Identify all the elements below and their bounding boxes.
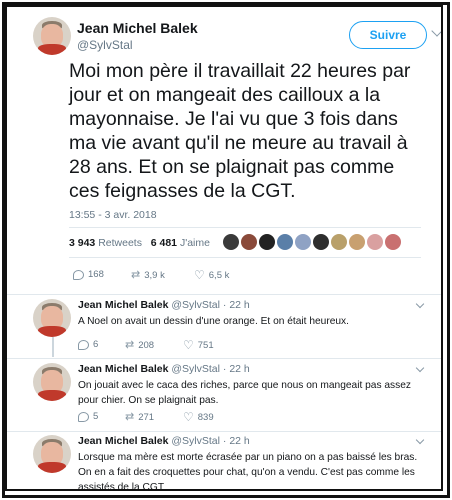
reply-text: Lorsque ma mère est morte écrasée par un…	[78, 452, 418, 491]
thread-line	[52, 337, 54, 357]
divider	[7, 358, 441, 359]
like-action[interactable]: ♡ 6,5 k	[194, 269, 229, 281]
retweet-icon: ⇄	[131, 269, 141, 281]
like-action[interactable]: ♡ 839	[183, 411, 214, 423]
liker-avatar[interactable]	[349, 234, 365, 250]
liker-avatar[interactable]	[367, 234, 383, 250]
avatar[interactable]	[33, 435, 71, 473]
reply-time[interactable]: · 22 h	[223, 363, 250, 375]
divider	[7, 294, 441, 295]
author-name[interactable]: Jean Michel Balek	[78, 299, 168, 311]
reply-count: 6	[93, 339, 99, 350]
reply-meta: Jean Michel Balek @SylvStal · 22 h	[78, 363, 250, 375]
reply-icon	[73, 269, 84, 280]
reply-text: On jouait avec le caca des riches, parce…	[78, 380, 411, 406]
like-count: 839	[197, 411, 214, 423]
retweets-count[interactable]: 3 943	[69, 237, 95, 249]
reply-action[interactable]: 5	[78, 411, 98, 422]
reply-icon	[78, 339, 89, 350]
reply-time[interactable]: · 22 h	[223, 299, 250, 311]
liker-avatar[interactable]	[331, 234, 347, 250]
reply-actions: 6 ⇄ 208 ♡ 751	[78, 339, 278, 353]
chevron-down-icon[interactable]	[415, 363, 425, 373]
retweet-action[interactable]: ⇄ 271	[125, 411, 154, 423]
avatar[interactable]	[33, 363, 71, 401]
liker-avatar[interactable]	[277, 234, 293, 250]
retweet-icon: ⇄	[125, 339, 135, 351]
author-handle[interactable]: @SylvStal	[171, 299, 220, 311]
heart-icon: ♡	[194, 268, 205, 282]
retweet-count: 3,9 k	[144, 269, 165, 281]
reply-time[interactable]: · 22 h	[223, 435, 250, 447]
reply-count: 5	[93, 411, 99, 422]
reply-tweet[interactable]: Jean Michel Balek @SylvStal · 22 h Lorsq…	[33, 435, 433, 491]
reply-meta: Jean Michel Balek @SylvStal · 22 h	[78, 435, 250, 447]
engagement-stats: 3 943 Retweets 6 481 J'aime	[69, 237, 210, 249]
author-handle[interactable]: @SylvStal	[171, 363, 220, 375]
reply-count: 168	[88, 269, 104, 280]
heart-icon: ♡	[183, 338, 194, 352]
liker-avatar[interactable]	[223, 234, 239, 250]
likes-count[interactable]: 6 481	[151, 237, 177, 249]
likes-label[interactable]: J'aime	[180, 237, 210, 249]
tweet-timestamp[interactable]: 13:55 - 3 avr. 2018	[69, 209, 157, 221]
retweets-label[interactable]: Retweets	[98, 237, 142, 249]
divider	[69, 227, 421, 228]
author-name[interactable]: Jean Michel Balek	[77, 20, 198, 36]
follow-button[interactable]: Suivre	[349, 21, 427, 49]
chevron-down-icon[interactable]	[415, 435, 425, 445]
retweet-icon: ⇄	[125, 411, 135, 423]
retweet-count: 271	[138, 411, 155, 423]
liker-avatar[interactable]	[385, 234, 401, 250]
reply-meta: Jean Michel Balek @SylvStal · 22 h	[78, 299, 250, 311]
divider	[69, 257, 421, 258]
author-name[interactable]: Jean Michel Balek	[78, 363, 168, 375]
liker-avatar[interactable]	[259, 234, 275, 250]
reply-actions: 5 ⇄ 271 ♡ 839	[78, 411, 278, 425]
divider	[7, 431, 441, 432]
liker-avatar[interactable]	[241, 234, 257, 250]
avatar[interactable]	[33, 299, 71, 337]
retweet-action[interactable]: ⇄ 208	[125, 339, 154, 351]
reply-action[interactable]: 6	[78, 339, 98, 350]
heart-icon: ♡	[183, 410, 194, 424]
reply-text: A Noel on avait un dessin d'une orange. …	[78, 316, 349, 327]
retweet-count: 208	[138, 339, 155, 351]
tweet-text: Moi mon père il travaillait 22 heures pa…	[69, 60, 411, 202]
author-handle[interactable]: @SylvStal	[171, 435, 220, 447]
like-count: 751	[197, 339, 214, 351]
avatar[interactable]	[33, 17, 71, 55]
author-name[interactable]: Jean Michel Balek	[78, 435, 168, 447]
liker-avatar[interactable]	[295, 234, 311, 250]
like-action[interactable]: ♡ 751	[183, 339, 214, 351]
author-handle[interactable]: @SylvStal	[77, 38, 133, 52]
liker-avatar[interactable]	[313, 234, 329, 250]
screenshot-area: Jean Michel Balek @SylvStal Suivre Moi m…	[5, 5, 443, 491]
main-tweet-header: Jean Michel Balek @SylvStal Suivre	[33, 17, 441, 57]
main-tweet-actions: 168 ⇄ 3,9 k ♡ 6,5 k	[73, 269, 273, 283]
reply-icon	[78, 411, 89, 422]
retweet-action[interactable]: ⇄ 3,9 k	[131, 269, 165, 281]
chevron-down-icon[interactable]	[431, 25, 441, 37]
chevron-down-icon[interactable]	[415, 299, 425, 309]
like-count: 6,5 k	[208, 269, 230, 281]
reply-action[interactable]: 168	[73, 269, 104, 280]
